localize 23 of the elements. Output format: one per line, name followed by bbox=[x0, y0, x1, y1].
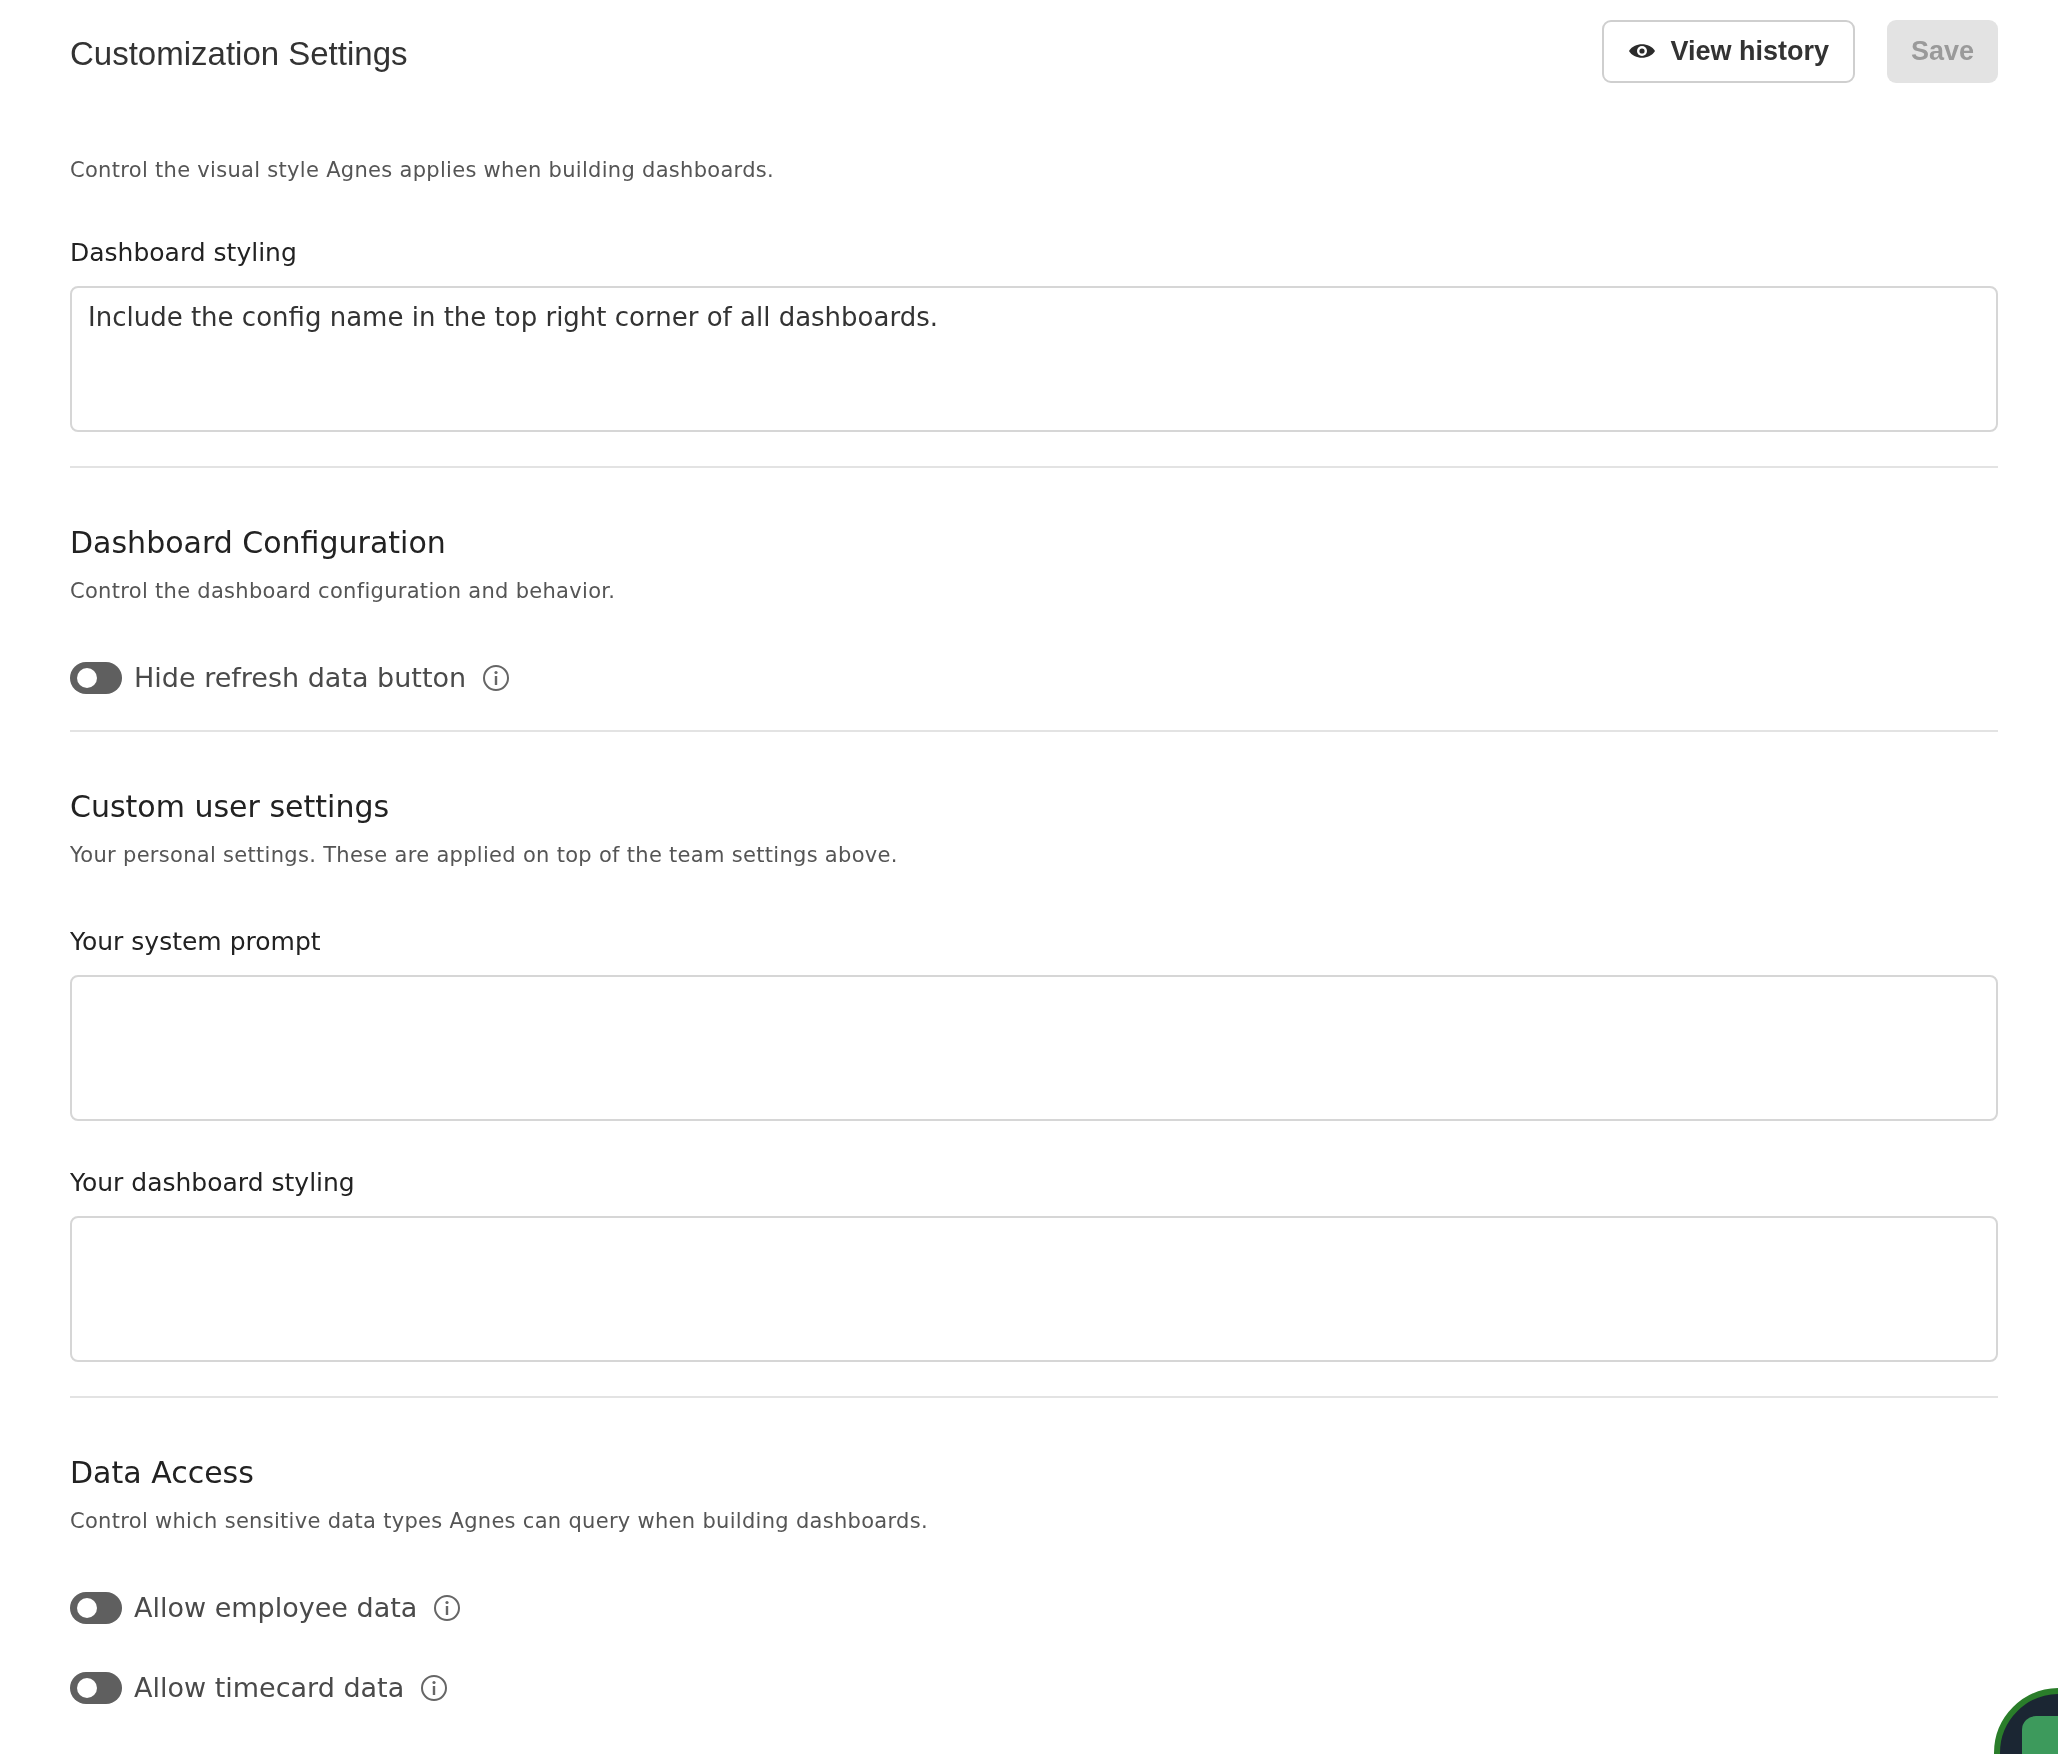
toggle-switch[interactable] bbox=[70, 1592, 122, 1624]
section-description: Control the dashboard configuration and behavior. bbox=[70, 578, 617, 605]
info-icon[interactable] bbox=[433, 1594, 462, 1622]
eye-icon bbox=[1628, 41, 1657, 61]
toggle-label: Allow timecard data bbox=[134, 1671, 405, 1705]
toggle-label: Allow employee data bbox=[134, 1591, 418, 1625]
section-description: Control the visual style Agnes applies when building dashboards. bbox=[70, 157, 775, 184]
field-label: Your dashboard styling bbox=[70, 1167, 356, 1199]
section-heading: Custom user settings bbox=[70, 788, 391, 826]
section-heading: Data Access bbox=[70, 1454, 255, 1492]
section-description: Control which sensitive data types Agnes can query when building dashboards. bbox=[70, 1508, 929, 1535]
section-description: Your personal settings. These are applied on top of the team settings above. bbox=[70, 842, 899, 869]
info-icon[interactable] bbox=[420, 1674, 449, 1702]
page-title: Customization Settings bbox=[70, 35, 409, 73]
toggle-switch[interactable] bbox=[70, 1672, 122, 1704]
text-area[interactable]: Include the config name in the top right corner of all dashboards. bbox=[70, 286, 1998, 432]
view-history-button[interactable]: View history bbox=[1602, 19, 1855, 83]
toggle-label: Hide refresh data button bbox=[134, 661, 467, 695]
info-icon[interactable] bbox=[482, 664, 511, 692]
toggle-switch[interactable] bbox=[70, 662, 122, 694]
section-heading: Dashboard Configuration bbox=[70, 524, 447, 562]
field-label: Your system prompt bbox=[70, 926, 322, 958]
field-label: Dashboard styling bbox=[70, 237, 298, 269]
